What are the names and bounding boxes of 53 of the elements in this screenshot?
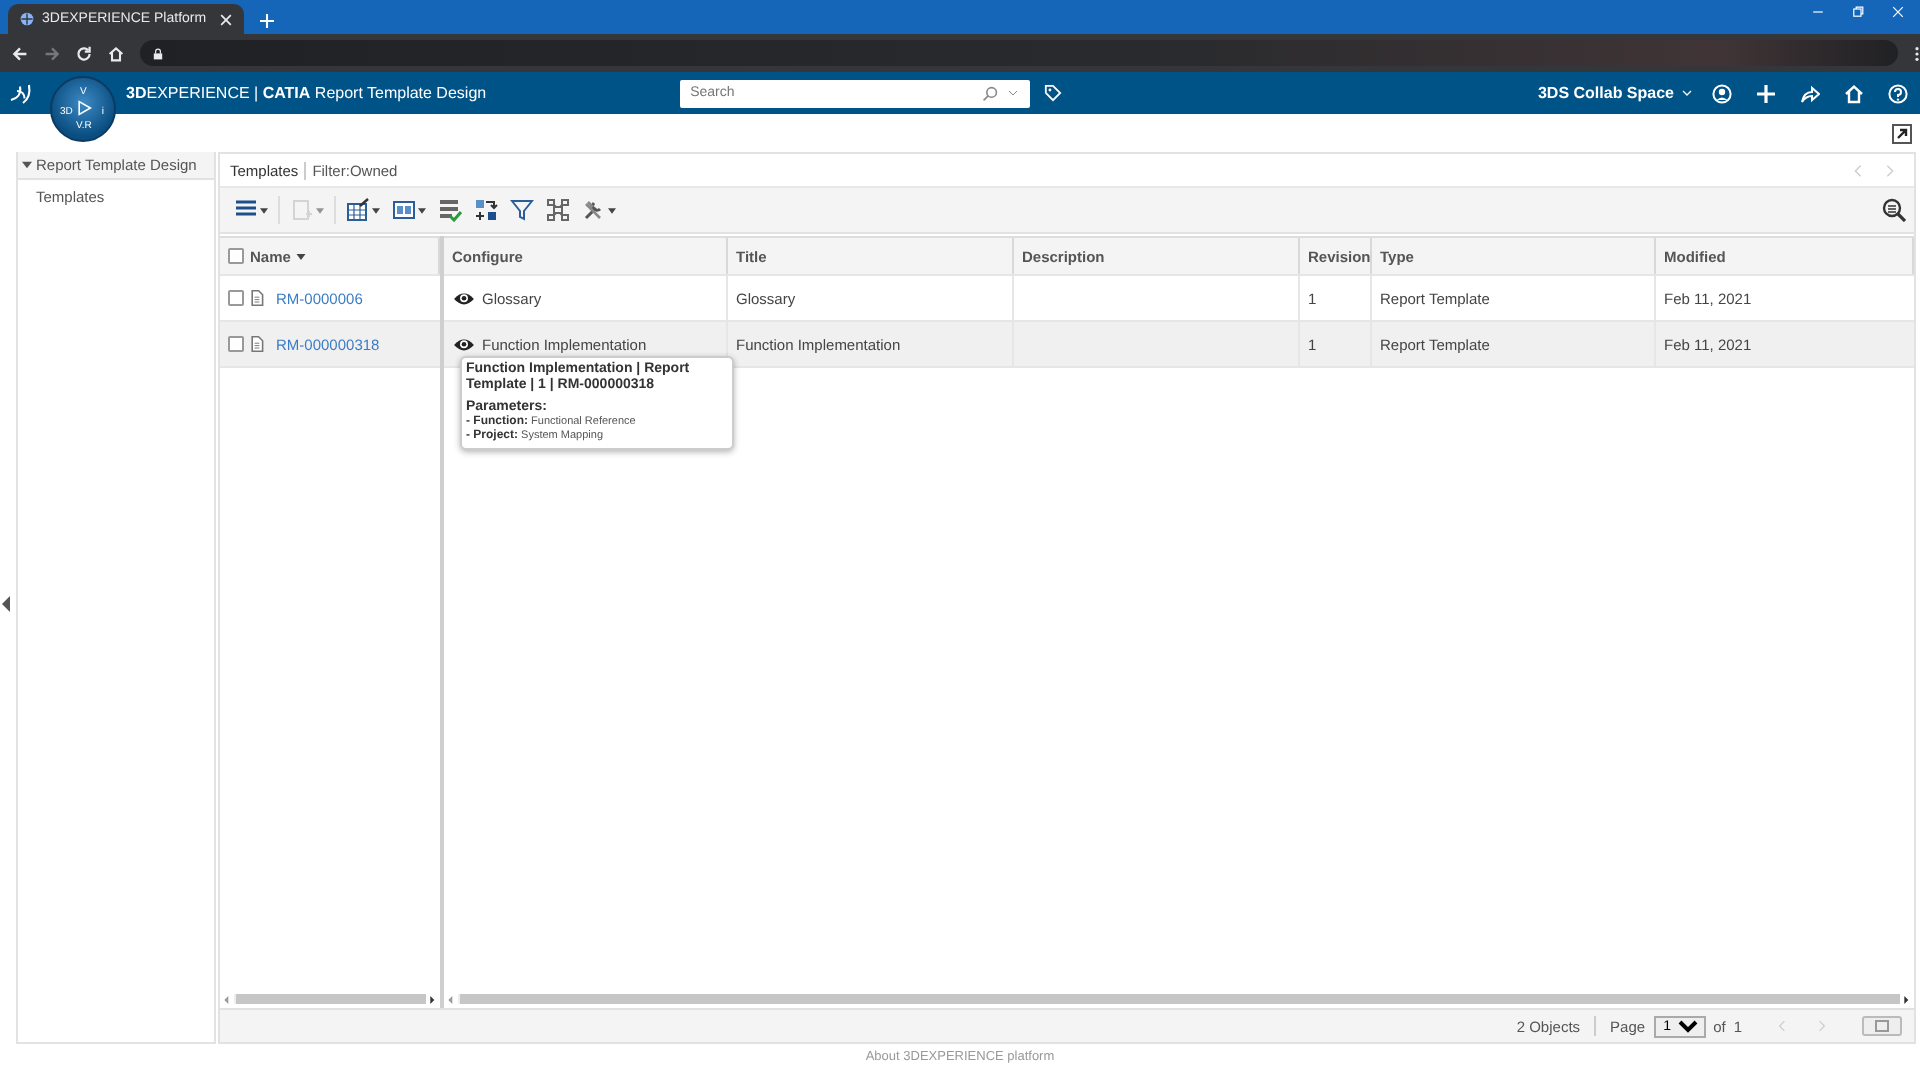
share-icon[interactable] (1800, 83, 1820, 103)
clipboard-icon (290, 198, 314, 222)
toolbar-button[interactable] (504, 194, 540, 226)
reload-icon[interactable] (76, 45, 92, 61)
back-icon[interactable] (12, 45, 28, 61)
restore-icon[interactable] (1852, 6, 1864, 18)
play-icon (76, 100, 92, 116)
row-checkbox[interactable] (228, 290, 244, 306)
menu-icon (234, 198, 258, 222)
eye-icon (452, 289, 476, 307)
app-title: 3DEXPERIENCE | CATIA Report Template Design (126, 84, 487, 102)
search-icon[interactable] (1882, 198, 1906, 222)
caret-icon (372, 207, 380, 213)
caret-icon (316, 207, 324, 213)
row-checkbox[interactable] (228, 336, 244, 352)
new-tab-icon[interactable] (260, 14, 274, 28)
more-icon[interactable] (1914, 45, 1920, 61)
scroll-left-icon[interactable] (224, 995, 230, 1003)
scroll-right-icon[interactable] (1904, 995, 1910, 1003)
checklist-icon (438, 198, 462, 222)
address-field[interactable] (140, 40, 1898, 66)
select-all-checkbox[interactable] (228, 248, 244, 264)
lock-icon (152, 47, 164, 59)
caret-icon (418, 207, 426, 213)
globe-icon (20, 12, 34, 26)
filter-icon (510, 198, 534, 222)
minimize-icon[interactable] (1812, 6, 1824, 18)
import-icon (474, 198, 498, 222)
forward-icon[interactable] (44, 45, 60, 61)
popout-icon[interactable] (1892, 123, 1912, 143)
scrollbar[interactable] (458, 994, 1900, 1004)
document-icon (250, 336, 264, 352)
home-icon[interactable] (108, 45, 124, 61)
caret-icon (1682, 90, 1692, 96)
tag-icon[interactable] (1044, 84, 1063, 102)
caret-icon (260, 207, 268, 213)
help-icon[interactable] (1888, 83, 1908, 103)
document-icon (250, 290, 264, 306)
column-layout-icon (392, 198, 416, 222)
caret-icon[interactable] (1008, 90, 1019, 96)
collapse-icon[interactable] (2, 596, 10, 612)
caret-icon (608, 207, 616, 213)
eye-icon (452, 335, 476, 353)
tree-icon (546, 198, 570, 222)
scroll-left-icon[interactable] (448, 995, 454, 1003)
user-icon[interactable] (1712, 83, 1732, 103)
tools-icon (582, 198, 606, 222)
collab-space-selector[interactable]: 3DS Collab Space (1537, 84, 1692, 102)
scroll-right-icon[interactable] (430, 995, 436, 1003)
close-icon[interactable] (220, 13, 232, 25)
scrollbar[interactable] (234, 994, 426, 1004)
table-edit-icon (346, 198, 370, 222)
plus-icon[interactable] (1756, 83, 1776, 103)
